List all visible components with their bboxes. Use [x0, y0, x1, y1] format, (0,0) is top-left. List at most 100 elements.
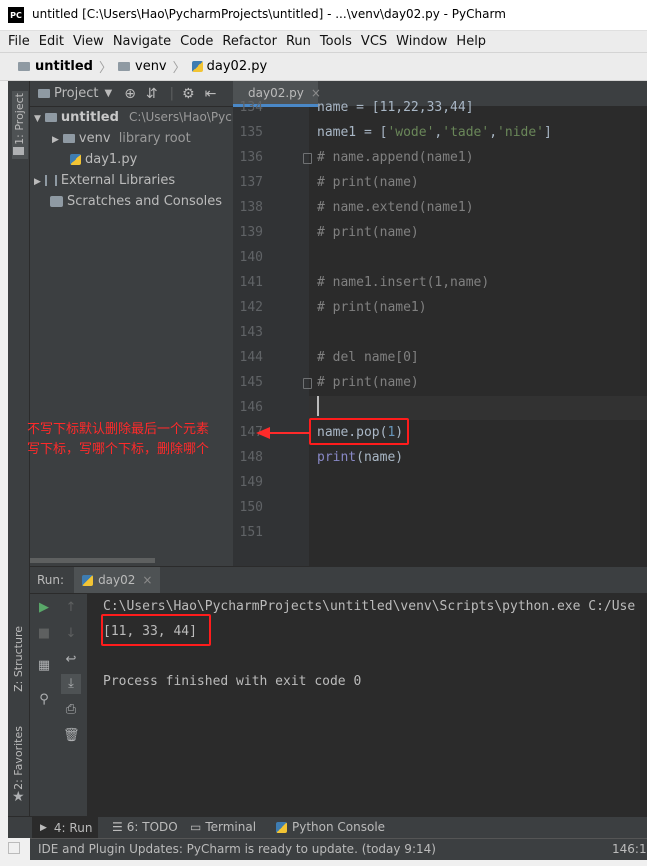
menu-refactor[interactable]: Refactor	[222, 34, 277, 49]
tab-run[interactable]: ▶ 4: Run	[32, 817, 98, 838]
line-number: 150	[239, 500, 263, 515]
hide-panel-icon[interactable]: ⇤	[205, 86, 217, 102]
project-view-selector[interactable]: Project	[54, 86, 98, 101]
code-line-148[interactable]: print(name)	[317, 450, 403, 465]
tree-item-external[interactable]: ▶ External Libraries	[34, 173, 175, 188]
console-command: C:\Users\Hao\PycharmProjects\untitled\ve…	[103, 599, 636, 614]
code-line-134[interactable]: name = [11,22,33,44]	[317, 100, 474, 115]
console-finished: Process finished with exit code 0	[103, 674, 362, 689]
arrow-up-icon[interactable]: ↑	[63, 600, 79, 616]
scroll-to-end-icon[interactable]: ⤓	[61, 674, 81, 694]
toggle-tool-windows-icon[interactable]	[8, 842, 20, 854]
menu-window[interactable]: Window	[396, 34, 447, 49]
python-file-icon	[82, 574, 94, 586]
menu-code[interactable]: Code	[180, 34, 213, 49]
stop-icon[interactable]: ■	[36, 626, 52, 642]
pin-icon[interactable]: ⚲	[36, 692, 52, 708]
dropdown-arrow-icon[interactable]: ▼	[104, 88, 112, 99]
code-line-142[interactable]: # print(name1)	[317, 300, 427, 315]
annotation-line-1: 不写下标默认删除最后一个元素	[27, 422, 210, 437]
python-icon	[276, 822, 287, 833]
line-number: 144	[239, 350, 263, 365]
project-panel-header: Project ▼ ⊕ ⇵ | ⚙ ⇤	[30, 81, 233, 107]
folder-icon	[44, 113, 57, 122]
favorites-tool-label[interactable]: 2: Favorites	[12, 726, 25, 790]
menu-run[interactable]: Run	[286, 34, 311, 49]
terminal-icon: ▭	[190, 820, 202, 834]
fold-marker-icon[interactable]	[303, 378, 312, 389]
tree-venv-name: venv	[78, 131, 111, 146]
menu-navigate[interactable]: Navigate	[113, 34, 171, 49]
code-line-144[interactable]: # del name[0]	[317, 350, 419, 365]
breadcrumb-file[interactable]: day02.py	[207, 59, 268, 74]
arrow-icon	[256, 427, 310, 439]
locate-icon[interactable]: ⊕	[124, 86, 136, 102]
code-line-138[interactable]: # name.extend(name1)	[317, 200, 474, 215]
menu-vcs[interactable]: VCS	[361, 34, 387, 49]
play-icon: ▶	[40, 822, 47, 833]
run-tab-label: day02	[98, 573, 136, 587]
caret-position[interactable]: 146:1	[612, 842, 647, 856]
text-cursor	[317, 396, 319, 416]
editor: day02.py × 134 135 136 137 138 139 140 1…	[233, 81, 647, 566]
line-number: 137	[239, 175, 263, 190]
folder-icon	[62, 134, 75, 143]
run-panel-header: Run: day02 ×	[30, 566, 647, 594]
menu-edit[interactable]: Edit	[39, 34, 64, 49]
code-line-135[interactable]: name1 = ['wode','tade','nide']	[317, 125, 552, 140]
arrow-down-icon[interactable]: ↓	[63, 626, 79, 642]
tree-external-label: External Libraries	[60, 173, 176, 188]
breadcrumb-folder[interactable]: venv	[135, 59, 167, 74]
layout-icon[interactable]: ▦	[36, 658, 52, 674]
code-line-141[interactable]: # name1.insert(1,name)	[317, 275, 489, 290]
collapse-all-icon[interactable]: ⇵	[146, 86, 158, 102]
tree-item-day1[interactable]: day1.py	[70, 152, 137, 167]
line-number: 141	[239, 275, 263, 290]
structure-tool-label[interactable]: Z: Structure	[12, 626, 25, 692]
status-message[interactable]: IDE and Plugin Updates: PyCharm is ready…	[38, 842, 436, 856]
line-number: 136	[239, 150, 263, 165]
fold-marker-icon[interactable]	[303, 153, 312, 164]
line-number: 139	[239, 225, 263, 240]
menu-view[interactable]: View	[73, 34, 104, 49]
trash-icon[interactable]: 🗑	[63, 728, 80, 744]
project-panel: Project ▼ ⊕ ⇵ | ⚙ ⇤ ▼ untitled C:\Users\H…	[30, 81, 239, 566]
tree-item-venv[interactable]: ▶ venv library root	[52, 131, 191, 146]
rerun-icon[interactable]: ▶	[36, 600, 52, 616]
line-number: 145	[239, 375, 263, 390]
menu-help[interactable]: Help	[456, 34, 486, 49]
close-icon[interactable]: ×	[311, 86, 321, 100]
gear-icon[interactable]: ⚙	[182, 86, 195, 102]
tree-item-root[interactable]: ▼ untitled C:\Users\Hao\Pych	[34, 110, 239, 125]
folder-icon	[18, 62, 30, 71]
code-line-136[interactable]: # name.append(name1)	[317, 150, 474, 165]
tree-scratches-label: Scratches and Consoles	[67, 194, 223, 209]
line-number: 148	[239, 450, 263, 465]
run-tab-day02[interactable]: day02 ×	[74, 567, 161, 593]
folder-icon	[118, 62, 130, 71]
menu-file[interactable]: File	[8, 34, 30, 49]
code-line-139[interactable]: # print(name)	[317, 225, 419, 240]
close-icon[interactable]: ×	[142, 573, 152, 587]
print-icon[interactable]: ⎙	[63, 702, 79, 718]
tree-item-scratches[interactable]: Scratches and Consoles	[50, 194, 222, 209]
tab-terminal[interactable]: ▭ Terminal	[190, 820, 256, 834]
soft-wrap-icon[interactable]: ↩	[63, 652, 79, 668]
menu-tools[interactable]: Tools	[320, 34, 352, 49]
collapsed-arrow-icon: ▶	[52, 135, 59, 145]
tab-todo[interactable]: ☰ 6: TODO	[112, 820, 178, 834]
project-tool-label: 1: Project	[13, 93, 26, 145]
python-file-icon	[70, 154, 81, 165]
tab-python-console[interactable]: Python Console	[276, 820, 385, 834]
separator: |	[169, 86, 175, 101]
line-number: 143	[239, 325, 263, 340]
run-console[interactable]: C:\Users\Hao\PycharmProjects\untitled\ve…	[87, 594, 647, 816]
code-line-137[interactable]: # print(name)	[317, 175, 419, 190]
breadcrumb-project[interactable]: untitled	[35, 59, 93, 74]
tree-root-path: C:\Users\Hao\Pych	[129, 110, 240, 124]
horizontal-scrollbar[interactable]	[30, 558, 155, 563]
line-number: 135	[239, 125, 263, 140]
status-bar: IDE and Plugin Updates: PyCharm is ready…	[8, 838, 647, 860]
highlight-box	[101, 614, 211, 646]
code-line-145[interactable]: # print(name)	[317, 375, 419, 390]
